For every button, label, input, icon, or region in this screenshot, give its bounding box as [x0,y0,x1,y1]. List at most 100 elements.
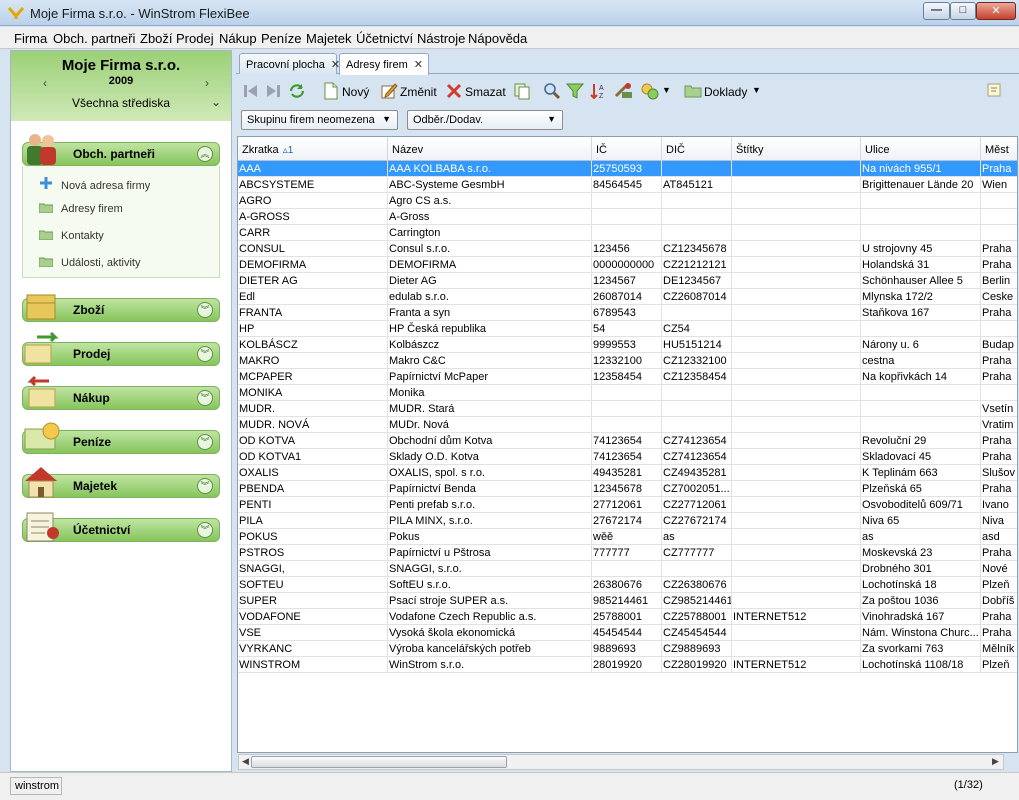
tab-pracovni-plocha[interactable]: Pracovní plocha ✕ [239,53,340,74]
table-row[interactable]: PILA PILA MINX, s.r.o. 27672174 CZ27672174 N… [238,513,1017,529]
type-filter-select[interactable]: Odběr./Dodav. ▼ [407,110,563,130]
column-header-mesto[interactable]: Měst [981,137,1017,161]
table-row[interactable]: WINSTROM WinStrom s.r.o. 28019920 CZ2801992… [238,657,1017,673]
maximize-button[interactable]: □ [950,2,976,20]
table-row[interactable]: MONIKA Monika [238,385,1017,401]
menu-nakup[interactable]: Nákup [219,31,257,46]
close-tab-icon[interactable]: ✕ [414,59,423,71]
table-row[interactable]: MCPAPER Papírnictví McPaper 12358454 CZ1235… [238,369,1017,385]
section-penize[interactable]: Peníze ︾ [22,422,220,454]
collapse-icon[interactable]: ︽ [197,146,213,162]
table-row[interactable]: SUPER Psací stroje SUPER a.s. 985214461 CZ9… [238,593,1017,609]
table-row[interactable]: PENTI Penti prefab s.r.o. 27712061 CZ277120… [238,497,1017,513]
sidebar-item-kontakty[interactable]: Kontakty [39,230,104,242]
column-header-zkratka[interactable]: Zkratka ▵1 [238,137,388,161]
table-row[interactable]: A-GROSS A-Gross [238,209,1017,225]
table-row[interactable]: MUDR. MUDR. Stará Vsetín [238,401,1017,417]
cell-mesto: Nové [981,561,1017,577]
section-zbozi[interactable]: Zboží ︾ [22,294,220,322]
expand-icon[interactable]: ︾ [197,346,213,362]
menu-zbozi[interactable]: Zboží [140,31,173,46]
table-row[interactable]: SNAGGI, SNAGGI, s.r.o. Drobného 301 Nové [238,561,1017,577]
documents-dropdown-button[interactable]: Doklady ▼ [684,82,764,102]
expand-icon[interactable]: ︾ [197,522,213,538]
table-row[interactable]: OD KOTVA1 Sklady O.D. Kotva 74123654 CZ7412… [238,449,1017,465]
scroll-right-icon[interactable]: ▶ [992,756,999,767]
table-row[interactable]: KOLBÁSCZ Kolbászcz 9999553 HU5151214 Nárony … [238,337,1017,353]
filter-button[interactable] [566,82,584,102]
expand-icon[interactable]: ︾ [197,434,213,450]
close-button[interactable]: ✕ [976,2,1016,20]
scroll-thumb[interactable] [251,756,507,768]
previous-year-button[interactable]: ‹ [43,76,47,90]
edit-button[interactable]: Změnit [380,82,438,102]
group-filter-select[interactable]: Skupinu firem neomezena ▼ [241,110,398,130]
search-button[interactable] [543,82,561,102]
expand-icon[interactable]: ︾ [197,478,213,494]
table-row[interactable]: VYRKANC Výroba kancelářských potřeb 988969… [238,641,1017,657]
section-nakup[interactable]: Nákup ︾ [22,375,220,410]
table-row[interactable]: PBENDA Papírnictví Benda 12345678 CZ7002051… [238,481,1017,497]
column-header-stitky[interactable]: Štítky [732,137,861,161]
new-button[interactable]: Nový [322,82,372,102]
menu-ucetnictvi[interactable]: Účetnictví [356,31,413,46]
sidebar-item-nova-adresa[interactable]: Nová adresa firmy [39,176,150,192]
table-row[interactable]: AGRO Agro CS a.s. [238,193,1017,209]
folder-icon [39,257,53,267]
column-header-ic[interactable]: IČ [592,137,662,161]
tab-adresy-firem[interactable]: Adresy firem ✕ [339,53,429,75]
first-record-button[interactable] [242,82,260,102]
table-row[interactable]: OD KOTVA Obchodní dům Kotva 74123654 CZ7412… [238,433,1017,449]
table-row[interactable]: DIETER AG Dieter AG 1234567 DE1234567 Schönh… [238,273,1017,289]
menu-majetek[interactable]: Majetek [306,31,352,46]
table-row[interactable]: VSE Vysoká škola ekonomická 45454544 CZ4545… [238,625,1017,641]
table-row[interactable]: CARR Carrington [238,225,1017,241]
section-obch-partneri[interactable]: Obch. partneři ︽ [22,134,220,166]
menu-napoveda[interactable]: Nápověda [468,31,527,46]
table-row[interactable]: SOFTEU SoftEU s.r.o. 26380676 CZ26380676 Loc… [238,577,1017,593]
table-row[interactable]: Edl edulab s.r.o. 26087014 CZ26087014 Mlynsk… [238,289,1017,305]
section-ucetnictvi[interactable]: Účetnictví ︾ [22,512,220,542]
copy-button[interactable] [513,82,531,102]
sort-button[interactable]: AZ [590,82,608,102]
cost-centre-select[interactable]: Všechna střediska [11,96,231,110]
menu-penize[interactable]: Peníze [261,31,301,46]
delete-button[interactable]: Smazat [445,82,507,102]
table-row[interactable]: CONSUL Consul s.r.o. 123456 CZ12345678 U str… [238,241,1017,257]
horizontal-scrollbar[interactable]: ◀ ▶ [238,754,1004,770]
last-record-button[interactable] [264,82,282,102]
expand-icon[interactable]: ︾ [197,390,213,406]
sidebar-item-udalosti[interactable]: Události, aktivity [39,257,140,269]
section-prodej[interactable]: Prodej ︾ [22,331,220,366]
minimize-button[interactable]: — [923,2,950,20]
column-header-nazev[interactable]: Název [388,137,592,161]
table-row[interactable]: DEMOFIRMA DEMOFIRMA 0000000000 CZ21212121 Ho… [238,257,1017,273]
actions-dropdown-button[interactable]: ▼ [640,82,672,102]
scroll-left-icon[interactable]: ◀ [242,756,249,767]
table-row[interactable]: VODAFONE Vodafone Czech Republic a.s. 2578… [238,609,1017,625]
sidebar-item-adresy-firem[interactable]: Adresy firem [39,203,123,215]
chevron-down-icon[interactable]: ⌄ [211,95,221,109]
column-header-dic[interactable]: DIČ [662,137,732,161]
cell-stitky [732,193,861,209]
table-row[interactable]: FRANTA Franta a syn 6789543 Staňkova 167 Pra… [238,305,1017,321]
table-row[interactable]: OXALIS OXALIS, spol. s r.o. 49435281 CZ4943… [238,465,1017,481]
menu-firma[interactable]: Firma [14,31,47,46]
menu-obch-partneri[interactable]: Obch. partneři [53,31,135,46]
table-row[interactable]: AAA AAA KOLBABA s.r.o. 25750593 Na nivách 9… [238,161,1017,177]
expand-icon[interactable]: ︾ [197,302,213,318]
refresh-button[interactable] [288,82,306,102]
table-row[interactable]: MAKRO Makro C&C 12332100 CZ12332100 cestna Pr… [238,353,1017,369]
table-row[interactable]: MUDR. NOVÁ MUDr. Nová Vratim [238,417,1017,433]
tools-button[interactable] [614,82,634,102]
table-row[interactable]: POKUS Pokus wěě as as asd [238,529,1017,545]
column-header-ulice[interactable]: Ulice [861,137,981,161]
table-row[interactable]: PSTROS Papírnictví u Pštrosa 777777 CZ77777… [238,545,1017,561]
help-button[interactable] [986,82,1004,102]
next-year-button[interactable]: › [205,76,209,90]
menu-prodej[interactable]: Prodej [176,31,214,46]
table-row[interactable]: HP HP Česká republika 54 CZ54 [238,321,1017,337]
menu-nastroje[interactable]: Nástroje [417,31,465,46]
table-row[interactable]: ABCSYSTEME ABC-Systeme GesmbH 84564545 AT84… [238,177,1017,193]
section-majetek[interactable]: Majetek ︾ [22,467,220,498]
